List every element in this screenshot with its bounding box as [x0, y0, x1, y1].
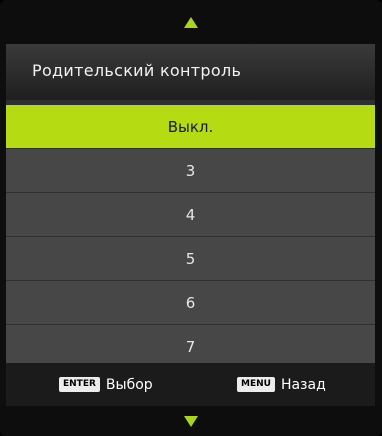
option-label: 5: [185, 249, 196, 268]
option-label: 7: [185, 337, 196, 356]
option-6[interactable]: 6: [6, 281, 375, 324]
option-label: 3: [185, 161, 196, 180]
option-5[interactable]: 5: [6, 237, 375, 280]
menu-hint[interactable]: MENU Назад: [237, 363, 326, 406]
option-label: Выкл.: [167, 117, 214, 136]
arrow-down-icon: [184, 415, 198, 427]
option-3[interactable]: 3: [6, 149, 375, 192]
enter-hint[interactable]: ENTER Выбор: [59, 363, 153, 406]
enter-action-label: Выбор: [105, 376, 153, 393]
option-4[interactable]: 4: [6, 193, 375, 236]
menu-title: Родительский контроль: [32, 60, 242, 80]
menu-footer: ENTER Выбор MENU Назад: [6, 363, 375, 406]
menu-panel: Родительский контроль Выкл. 3 4 5 6 7 EN…: [6, 44, 375, 406]
enter-key-badge: ENTER: [59, 377, 100, 392]
menu-action-label: Назад: [280, 376, 326, 393]
arrow-up-icon: [184, 16, 198, 28]
scroll-down-button[interactable]: [0, 406, 382, 436]
parental-control-menu: Родительский контроль Выкл. 3 4 5 6 7 EN…: [0, 0, 382, 436]
menu-key-badge: MENU: [237, 377, 275, 392]
options-list: Выкл. 3 4 5 6 7: [6, 105, 375, 369]
option-7[interactable]: 7: [6, 325, 375, 368]
scroll-up-button[interactable]: [0, 0, 382, 44]
option-off[interactable]: Выкл.: [6, 105, 375, 148]
option-label: 4: [185, 205, 196, 224]
option-label: 6: [185, 293, 196, 312]
menu-header: Родительский контроль: [6, 44, 375, 100]
